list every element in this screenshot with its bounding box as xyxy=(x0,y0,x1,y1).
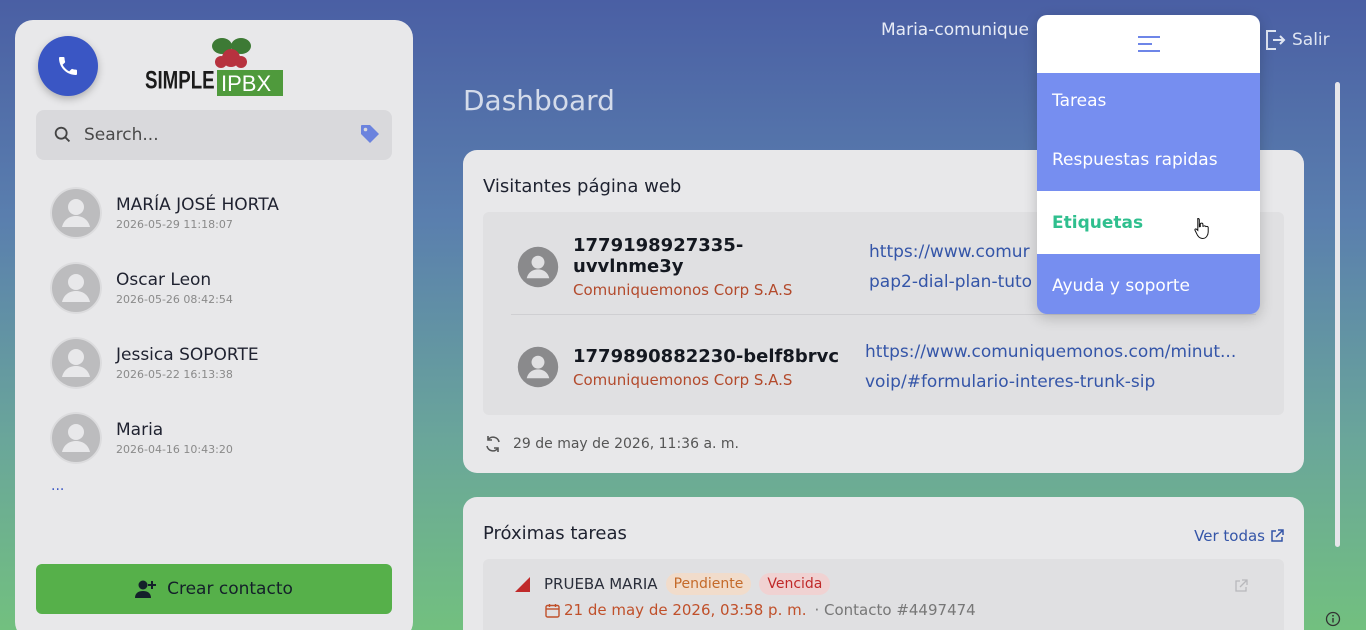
contact-name: Oscar Leon xyxy=(116,269,212,290)
avatar-icon xyxy=(50,336,102,389)
load-more-indicator[interactable]: ... xyxy=(51,478,64,494)
avatar-icon xyxy=(50,186,102,239)
menu-item-etiquetas[interactable]: Etiquetas xyxy=(1037,191,1260,254)
see-all-label: Ver todas xyxy=(1194,527,1265,545)
contact-name: Maria xyxy=(116,419,164,440)
contact-item[interactable]: Maria 2026-04-16 10:43:20 xyxy=(50,400,390,475)
avatar-icon xyxy=(517,346,559,388)
hand-cursor-icon xyxy=(1194,217,1209,239)
contact-list: MARÍA JOSÉ HORTA 2026-05-29 11:18:07 Osc… xyxy=(50,175,390,475)
calendar-icon xyxy=(545,603,560,618)
tag-icon[interactable] xyxy=(358,122,382,146)
tasks-title: Próximas tareas xyxy=(483,523,627,544)
contact-date: 2026-04-16 10:43:20 xyxy=(116,442,233,456)
menu-icon xyxy=(1137,36,1160,52)
task-date: 21 de may de 2026, 03:58 p. m. xyxy=(564,601,807,619)
task-name: PRUEBA MARIA xyxy=(544,575,658,593)
visitor-company: Comuniquemonos Corp S.A.S xyxy=(573,370,793,389)
menu-item-tareas[interactable]: Tareas xyxy=(1037,73,1260,128)
status-badge: Pendiente xyxy=(665,573,752,595)
menu-toggle[interactable] xyxy=(1037,15,1260,73)
last-updated-text: 29 de may de 2026, 11:36 a. m. xyxy=(513,436,740,452)
search-icon xyxy=(54,126,71,143)
contact-item[interactable]: Oscar Leon 2026-05-26 08:42:54 xyxy=(50,250,390,325)
user-name[interactable]: Maria-comunique xyxy=(881,20,1029,40)
svg-text:IPBX: IPBX xyxy=(221,71,271,96)
avatar-icon xyxy=(50,261,102,314)
visitor-url-link[interactable]: https://www.comuniquemonos.com/minut... xyxy=(865,337,1255,367)
last-updated: 29 de may de 2026, 11:36 a. m. xyxy=(483,434,739,454)
logout-button[interactable]: Salir xyxy=(1264,28,1330,52)
visitor-id: 1779890882230-belf8brvc xyxy=(573,345,840,367)
contact-item[interactable]: MARÍA JOSÉ HORTA 2026-05-29 11:18:07 xyxy=(50,175,390,250)
avatar-icon xyxy=(50,411,102,464)
task-item[interactable]: PRUEBA MARIA Pendiente Vencida 21 de may… xyxy=(483,559,1284,630)
create-contact-label: Crear contacto xyxy=(167,579,293,599)
divider xyxy=(511,314,1256,315)
sidebar: SIMPLE IPBX MARÍA JOSÉ HORTA 2026-05-29 … xyxy=(15,20,413,630)
menu-item-label: Etiquetas xyxy=(1052,212,1144,233)
contact-date: 2026-05-26 08:42:54 xyxy=(116,292,233,306)
phone-icon xyxy=(59,57,77,75)
external-link-icon xyxy=(1271,529,1284,542)
priority-flag-icon xyxy=(515,576,530,592)
info-icon[interactable] xyxy=(1325,611,1341,627)
phone-call-button[interactable] xyxy=(38,36,98,96)
search-bar xyxy=(36,110,392,160)
add-user-icon xyxy=(135,580,157,598)
visitor-url-link[interactable]: voip/#formulario-interes-trunk-sip xyxy=(865,367,1255,397)
simple-ipbx-logo: SIMPLE IPBX xyxy=(145,32,285,98)
avatar-icon xyxy=(517,246,559,288)
tasks-card: Próximas tareas Ver todas PRUEBA MARIA P… xyxy=(463,497,1304,630)
contact-name: MARÍA JOSÉ HORTA xyxy=(116,194,279,215)
refresh-icon[interactable] xyxy=(483,434,503,454)
create-contact-button[interactable]: Crear contacto xyxy=(36,564,392,614)
svg-text:SIMPLE: SIMPLE xyxy=(145,66,215,94)
contact-item[interactable]: Jessica SOPORTE 2026-05-22 16:13:38 xyxy=(50,325,390,400)
overdue-badge: Vencida xyxy=(759,573,831,595)
menu-item-quick-replies[interactable]: Respuestas rapidas xyxy=(1037,128,1260,191)
see-all-tasks-link[interactable]: Ver todas xyxy=(1194,527,1284,545)
nav-dropdown-menu: Tareas Respuestas rapidas Etiquetas Ayud… xyxy=(1037,15,1260,314)
visitor-id: 1779198927335-uvvlnme3y xyxy=(573,235,744,277)
contact-date: 2026-05-22 16:13:38 xyxy=(116,367,233,381)
scrollbar[interactable] xyxy=(1335,82,1340,547)
search-input[interactable] xyxy=(84,125,334,145)
page-title: Dashboard xyxy=(463,84,615,117)
logout-label: Salir xyxy=(1292,30,1330,50)
visitor-company: Comuniquemonos Corp S.A.S xyxy=(573,281,793,299)
menu-item-help-support[interactable]: Ayuda y soporte xyxy=(1037,254,1260,314)
visitor-item[interactable]: 1779890882230-belf8brvc Comuniquemonos C… xyxy=(517,322,1277,412)
contact-name: Jessica SOPORTE xyxy=(116,344,259,365)
contact-date: 2026-05-29 11:18:07 xyxy=(116,217,233,231)
external-link-icon[interactable] xyxy=(1234,579,1248,593)
logout-icon xyxy=(1266,30,1286,50)
task-contact: · Contacto #4497474 xyxy=(814,601,976,619)
visitors-title: Visitantes página web xyxy=(483,176,682,197)
